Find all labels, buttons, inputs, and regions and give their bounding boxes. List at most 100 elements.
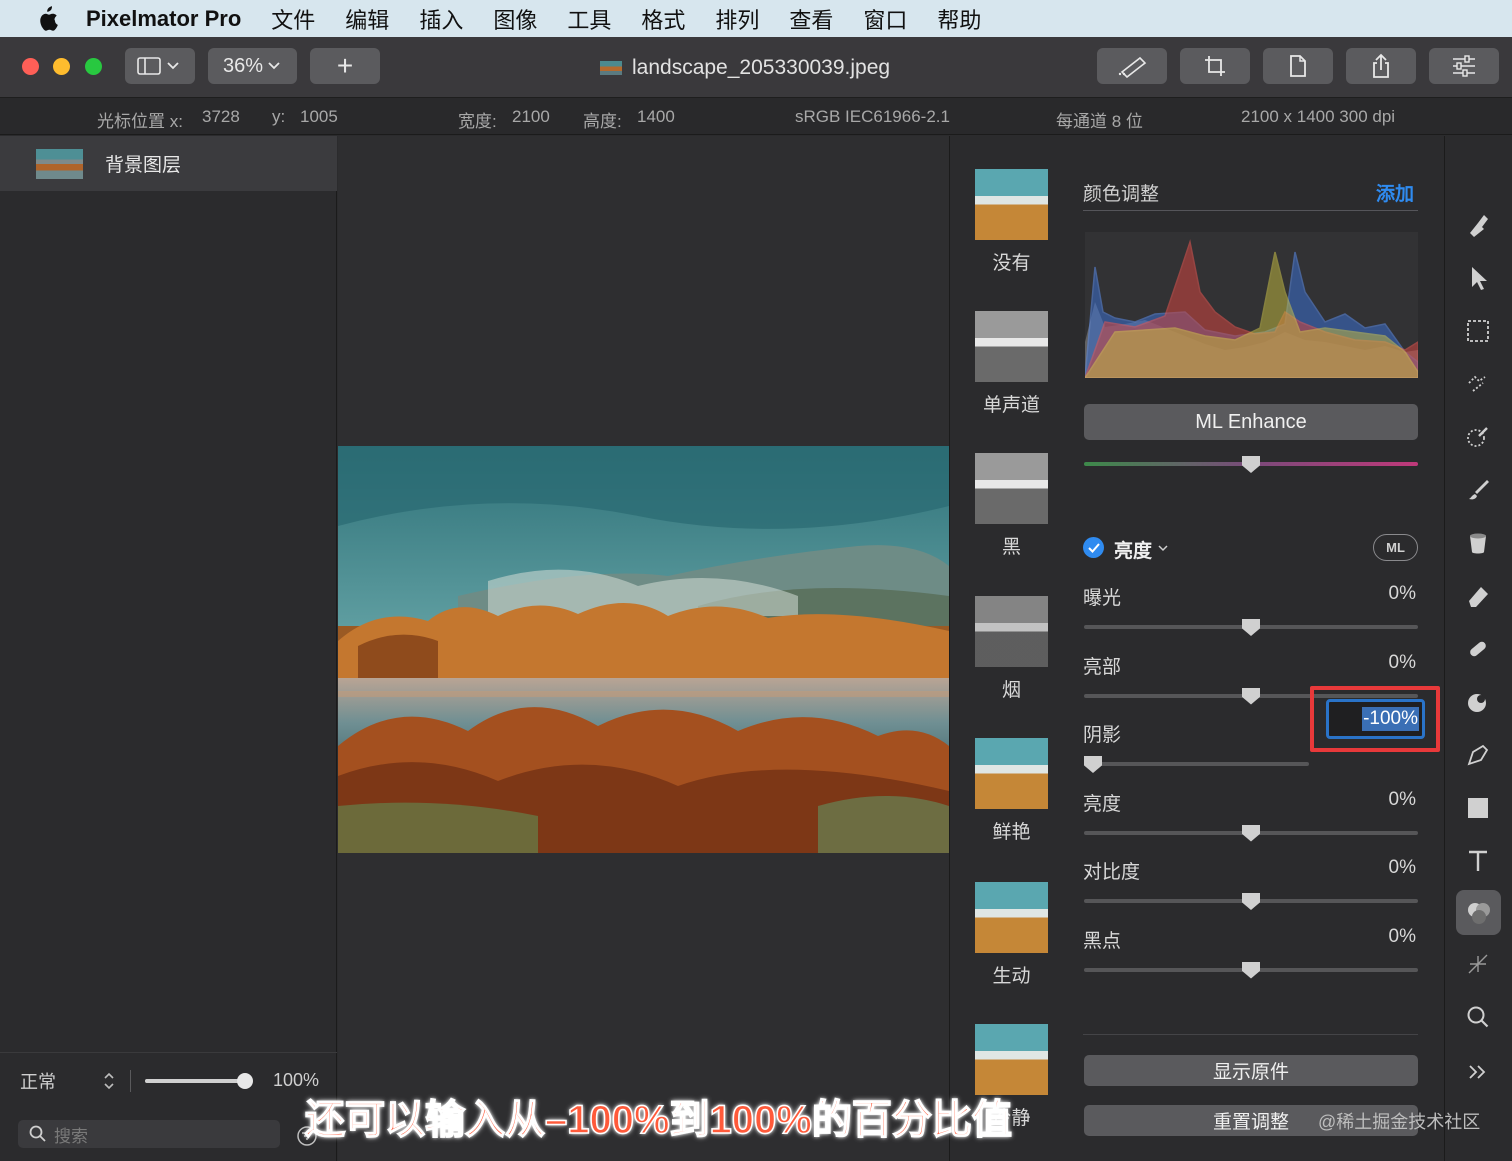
menu-file[interactable]: 文件 bbox=[256, 3, 330, 35]
adjustment-value[interactable]: 0% bbox=[1356, 926, 1416, 948]
menu-arrange[interactable]: 排列 bbox=[700, 3, 774, 35]
sidebar-toggle-button[interactable] bbox=[125, 48, 195, 84]
preset-smoke[interactable]: 烟 bbox=[975, 596, 1048, 702]
blend-mode-select[interactable]: 正常 bbox=[20, 1068, 100, 1094]
menu-tools[interactable]: 工具 bbox=[552, 3, 626, 35]
type-tool-icon[interactable] bbox=[1462, 845, 1494, 877]
layers-search[interactable]: 搜索 bbox=[18, 1120, 280, 1148]
fill-tool-icon[interactable] bbox=[1462, 527, 1494, 559]
preset-thumbnail bbox=[975, 311, 1048, 382]
ml-enhance-label: ML Enhance bbox=[1195, 410, 1307, 433]
updown-chevron-icon[interactable] bbox=[102, 1071, 116, 1091]
preset-none[interactable]: 没有 bbox=[975, 169, 1048, 275]
menu-image[interactable]: 图像 bbox=[478, 3, 552, 35]
preset-thumbnail bbox=[975, 453, 1048, 524]
crop-button[interactable] bbox=[1180, 48, 1250, 84]
zoom-window-button[interactable] bbox=[85, 58, 102, 75]
preset-thumbnail bbox=[975, 1024, 1048, 1095]
chevron-down-icon[interactable] bbox=[1157, 543, 1169, 553]
minimize-window-button[interactable] bbox=[53, 58, 70, 75]
adjustment-value[interactable]: 0% bbox=[1356, 789, 1416, 811]
search-icon bbox=[29, 1125, 46, 1142]
tint-slider-knob[interactable] bbox=[1242, 456, 1260, 473]
adjustment-slider-knob[interactable] bbox=[1242, 619, 1260, 636]
checkmark-icon bbox=[1087, 542, 1100, 553]
toolbar: 36% + landscape_205330039.jpeg bbox=[0, 37, 1512, 98]
preset-thumbnail bbox=[975, 596, 1048, 667]
opacity-knob[interactable] bbox=[237, 1072, 253, 1089]
quick-selection-tool-icon[interactable] bbox=[1462, 368, 1494, 400]
ml-badge-button[interactable]: ML bbox=[1373, 534, 1418, 561]
opacity-slider[interactable] bbox=[145, 1071, 257, 1091]
apple-icon[interactable] bbox=[32, 4, 62, 34]
cursor-y-label: y: bbox=[272, 107, 286, 126]
paint-tool-icon[interactable] bbox=[1462, 474, 1494, 506]
color-selection-tool-icon[interactable] bbox=[1462, 421, 1494, 453]
adjustment-slider-knob[interactable] bbox=[1242, 687, 1260, 705]
layer-row[interactable]: 背景图层 bbox=[0, 136, 337, 191]
distort-tool-icon[interactable] bbox=[1462, 686, 1494, 718]
share-button[interactable] bbox=[1346, 48, 1416, 84]
menu-app-name[interactable]: Pixelmator Pro bbox=[82, 6, 256, 32]
chevron-down-icon bbox=[268, 62, 280, 70]
brightness-enabled-checkbox[interactable] bbox=[1083, 537, 1104, 558]
image-canvas[interactable] bbox=[338, 136, 949, 1161]
add-adjustment-link[interactable]: 添加 bbox=[1376, 179, 1414, 206]
zoom-dropdown[interactable]: 36% bbox=[208, 48, 297, 84]
share-icon bbox=[1373, 53, 1389, 78]
reset-adjustments-label: 重置调整 bbox=[1212, 1112, 1289, 1133]
adjustment-value[interactable]: 0% bbox=[1356, 583, 1416, 605]
menu-edit[interactable]: 编辑 bbox=[330, 3, 404, 35]
adjustment-value[interactable]: 0% bbox=[1356, 857, 1416, 879]
cursor-x-value: 3728 bbox=[202, 107, 240, 126]
pen-tool-icon[interactable] bbox=[1462, 739, 1494, 771]
add-label: + bbox=[336, 50, 354, 81]
menu-window[interactable]: 窗口 bbox=[848, 3, 922, 35]
document-title-text: landscape_205330039.jpeg bbox=[632, 56, 891, 79]
adjustment-slider-knob[interactable] bbox=[1242, 893, 1260, 910]
section-title[interactable]: 亮度 bbox=[1114, 536, 1152, 563]
preset-vivid[interactable]: 生动 bbox=[975, 882, 1048, 988]
zoom-tool-icon[interactable] bbox=[1462, 1001, 1494, 1033]
adjustment-slider-knob[interactable] bbox=[1242, 824, 1260, 842]
search-placeholder: 搜索 bbox=[54, 1126, 88, 1146]
info-bar: 光标位置 x: 3728 y: 1005 宽度: 2100 高度: 1400 s… bbox=[0, 98, 1512, 135]
show-original-label: 显示原件 bbox=[1212, 1062, 1289, 1083]
preset-vibrant[interactable]: 鲜艳 bbox=[975, 738, 1048, 844]
ml-enhance-button[interactable]: ML Enhance bbox=[1084, 404, 1418, 440]
adjustment-label: 黑点 bbox=[1083, 930, 1122, 952]
style-tool-icon[interactable] bbox=[1462, 209, 1494, 241]
menu-format[interactable]: 格式 bbox=[626, 3, 700, 35]
cursor-y-value: 1005 bbox=[300, 107, 338, 126]
show-original-button[interactable]: 显示原件 bbox=[1084, 1055, 1418, 1086]
menu-help[interactable]: 帮助 bbox=[922, 3, 996, 35]
preset-black[interactable]: 黑 bbox=[975, 453, 1048, 559]
selection-tool-icon[interactable] bbox=[1462, 315, 1494, 347]
more-tools-icon[interactable] bbox=[1462, 1056, 1494, 1088]
color-adjust-tool-icon[interactable] bbox=[1456, 890, 1501, 935]
format-button[interactable] bbox=[1263, 48, 1333, 84]
shadows-value-field[interactable]: -100% bbox=[1326, 699, 1425, 739]
annotate-button[interactable] bbox=[1097, 48, 1167, 84]
adjust-tools-button[interactable] bbox=[1429, 48, 1499, 84]
sidebar-icon bbox=[137, 57, 179, 75]
ml-badge-label: ML bbox=[1386, 540, 1405, 555]
menu-view[interactable]: 查看 bbox=[774, 3, 848, 35]
preset-mono[interactable]: 单声道 bbox=[975, 311, 1048, 417]
adjustment-slider-track[interactable] bbox=[1084, 762, 1309, 766]
adjustment-slider-knob[interactable] bbox=[1084, 756, 1102, 773]
adjustment-value[interactable]: 0% bbox=[1356, 652, 1416, 674]
arrange-tool-icon[interactable] bbox=[1462, 262, 1494, 294]
retouch-tool-icon[interactable] bbox=[1462, 633, 1494, 665]
zoom-value: 36% bbox=[222, 54, 264, 77]
erase-tool-icon[interactable] bbox=[1462, 580, 1494, 612]
preset-label: 生动 bbox=[992, 966, 1031, 987]
adjustment-slider-knob[interactable] bbox=[1242, 961, 1260, 979]
divider bbox=[1083, 1034, 1418, 1035]
adjustment-label: 对比度 bbox=[1083, 862, 1141, 883]
effects-tool-icon[interactable] bbox=[1462, 948, 1494, 980]
menu-insert[interactable]: 插入 bbox=[404, 3, 478, 35]
add-button[interactable]: + bbox=[310, 48, 380, 84]
shape-tool-icon[interactable] bbox=[1462, 792, 1494, 824]
close-window-button[interactable] bbox=[22, 58, 39, 75]
